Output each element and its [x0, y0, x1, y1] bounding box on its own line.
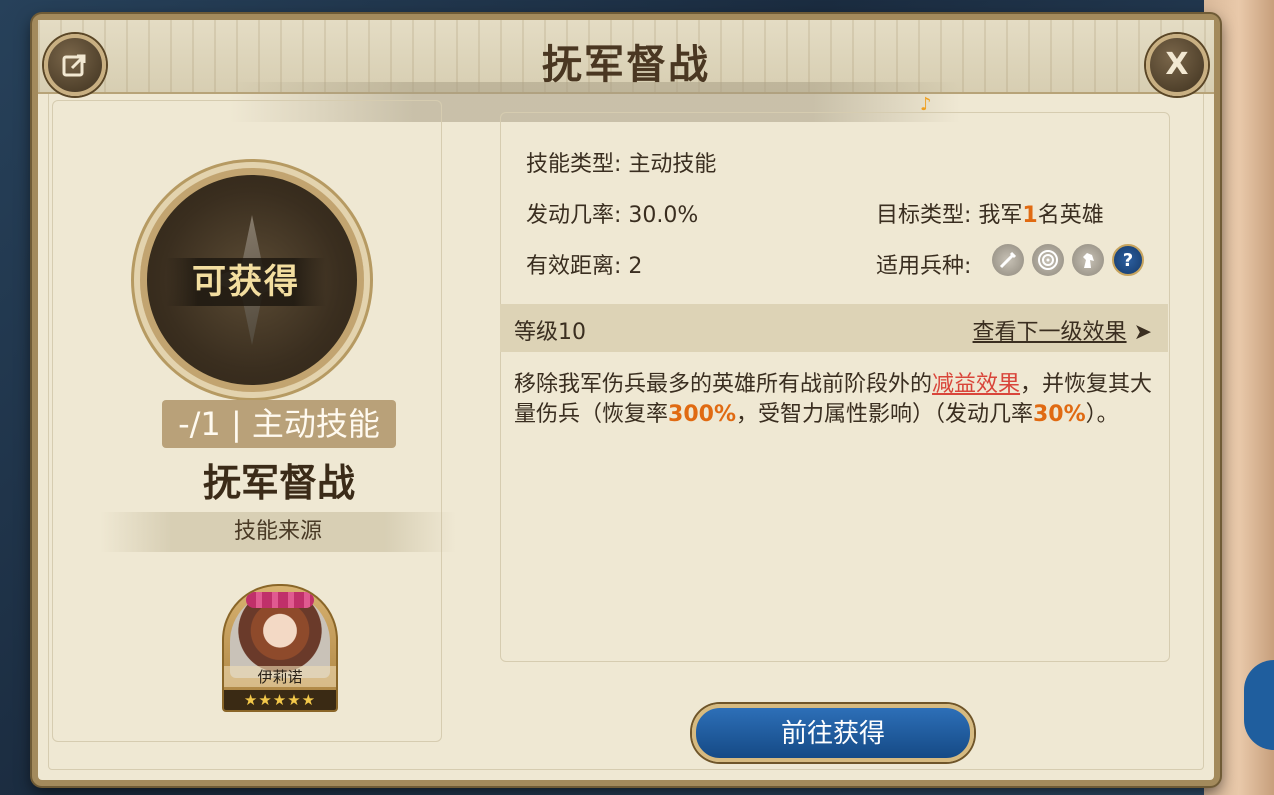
skill-source-label: 技能来源	[100, 512, 456, 552]
horse-icon[interactable]	[1072, 244, 1104, 276]
troop-type-icons: ?	[992, 244, 1144, 276]
desc-part4: ）。	[1085, 402, 1119, 427]
hero-card[interactable]: 伊莉诺 ★★★★★	[222, 584, 338, 712]
share-icon	[62, 54, 86, 77]
skill-name: 抚军督战	[202, 461, 355, 505]
skill-status-label: 可获得	[166, 258, 326, 306]
background-blue-button-edge	[1244, 660, 1274, 750]
sword-icon[interactable]	[992, 244, 1024, 276]
hero-name: 伊莉诺	[224, 666, 336, 687]
skill-description: 移除我军伤兵最多的英雄所有战前阶段外的减益效果，并恢复其大量伤兵（恢复率300%…	[514, 370, 1154, 430]
close-icon: X	[1165, 47, 1189, 82]
go-obtain-button[interactable]: 前往获得	[692, 704, 974, 762]
desc-part3: ，受智力属性影响）（发动几率	[735, 402, 1033, 427]
recovery-rate-value: 300%	[668, 402, 736, 427]
target-type-prefix: 目标类型: 我军	[876, 203, 1023, 228]
trigger-rate-info: 发动几率: 30.0%	[526, 203, 699, 228]
flower-crown-icon	[246, 592, 314, 608]
question-icon[interactable]: ?	[1112, 244, 1144, 276]
hero-star-rating: ★★★★★	[224, 690, 336, 710]
troop-type-label: 适用兵种:	[876, 254, 972, 279]
target-type-info: 目标类型: 我军1名英雄	[876, 197, 1104, 229]
target-icon[interactable]	[1032, 244, 1064, 276]
close-button[interactable]: X	[1146, 34, 1208, 96]
trigger-rate-value: 30%	[1033, 402, 1086, 427]
skill-type-tag: -/1 | 主动技能	[162, 400, 396, 448]
arrow-right-icon: ➤	[1133, 320, 1152, 345]
level-label: 等级10	[514, 320, 586, 345]
next-level-link[interactable]: 查看下一级效果 ➤	[973, 314, 1152, 346]
effective-range-info: 有效距离: 2	[526, 254, 643, 279]
target-type-count: 1	[1022, 203, 1038, 228]
share-button[interactable]	[44, 34, 106, 96]
next-level-link-text[interactable]: 查看下一级效果	[973, 320, 1127, 345]
desc-part1: 移除我军伤兵最多的英雄所有战前阶段外的	[514, 372, 933, 397]
debuff-link[interactable]: 减益效果	[932, 372, 1020, 397]
skill-type-info: 技能类型: 主动技能	[526, 152, 717, 177]
target-type-suffix: 名英雄	[1037, 203, 1104, 228]
level-bar: 等级10 查看下一级效果 ➤	[500, 304, 1168, 352]
